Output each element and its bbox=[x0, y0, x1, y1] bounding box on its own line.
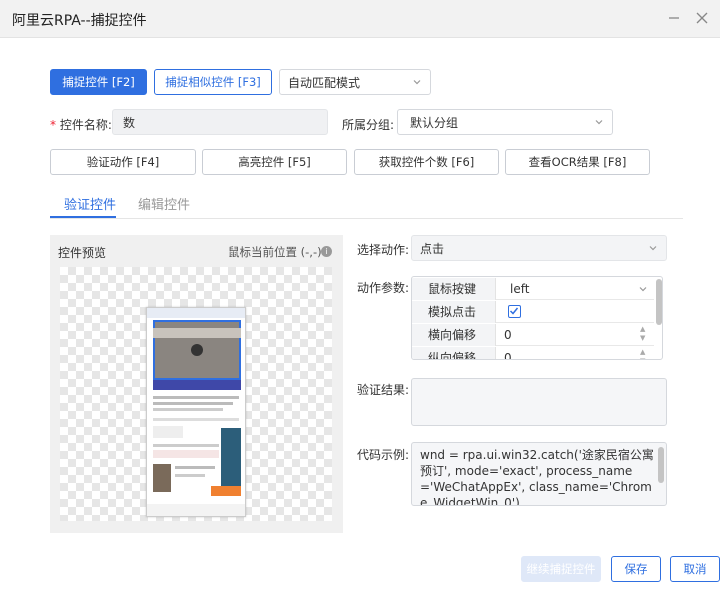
param-row-x-offset: 横向偏移 0 ▲ ▼ bbox=[412, 324, 654, 346]
cancel-button[interactable]: 取消 bbox=[670, 556, 720, 582]
window-title: 阿里云RPA--捕捉控件 bbox=[12, 13, 147, 29]
group-label: 所属分组: bbox=[342, 118, 395, 132]
chevron-down-icon bbox=[649, 246, 657, 251]
check-icon bbox=[509, 307, 519, 315]
group-select[interactable]: 默认分组 bbox=[397, 109, 613, 135]
get-count-button[interactable]: 获取控件个数 [F6] bbox=[354, 149, 499, 175]
verify-action-button[interactable]: 验证动作 [F4] bbox=[50, 149, 196, 175]
capture-button[interactable]: 捕捉控件 [F2] bbox=[50, 69, 147, 95]
name-input[interactable]: 数 bbox=[112, 109, 328, 135]
preview-title: 控件预览 bbox=[58, 246, 107, 260]
close-icon[interactable] bbox=[692, 8, 712, 28]
param-row-simulate-click: 模拟点击 bbox=[412, 301, 654, 323]
action-select[interactable]: 点击 bbox=[411, 235, 667, 261]
result-box[interactable] bbox=[411, 378, 667, 426]
param-name: 模拟点击 bbox=[412, 301, 496, 323]
params-label: 动作参数: bbox=[357, 281, 410, 295]
y-offset-input[interactable]: 0 bbox=[504, 347, 512, 359]
name-label-wrap: * 控件名称: bbox=[50, 116, 112, 133]
preview-panel: 控件预览 鼠标当前位置 (-,-) i bbox=[50, 235, 343, 533]
x-offset-input[interactable]: 0 bbox=[504, 324, 512, 346]
tab-edit[interactable]: 编辑控件 bbox=[138, 194, 190, 213]
info-icon[interactable]: i bbox=[321, 246, 332, 257]
params-table: 鼠标按键 left 模拟点击 横向偏移 0 ▲▼ 纵向偏移 0 ▲▼ bbox=[411, 276, 663, 360]
stepper-icon[interactable]: ▲▼ bbox=[640, 325, 645, 343]
minimize-icon[interactable] bbox=[664, 8, 684, 28]
match-mode-value: 自动匹配模式 bbox=[288, 75, 361, 90]
param-name: 鼠标按键 bbox=[412, 278, 496, 300]
group-value: 默认分组 bbox=[410, 115, 459, 130]
param-name: 纵向偏移 bbox=[412, 347, 496, 359]
highlight-button[interactable]: 高亮控件 [F5] bbox=[202, 149, 347, 175]
captured-screenshot bbox=[146, 307, 246, 517]
code-label: 代码示例: bbox=[357, 448, 410, 462]
mouse-button-select[interactable]: left bbox=[510, 278, 529, 300]
tab-divider bbox=[50, 218, 683, 219]
tab-verify[interactable]: 验证控件 bbox=[64, 194, 116, 213]
preview-canvas bbox=[60, 267, 332, 521]
title-bar: 阿里云RPA--捕捉控件 bbox=[0, 0, 720, 38]
params-scrollbar[interactable] bbox=[656, 279, 662, 325]
code-text: wnd = rpa.ui.win32.catch('途家民宿公寓预订', mod… bbox=[420, 448, 654, 506]
chevron-down-icon bbox=[413, 80, 421, 85]
select-action-label: 选择动作: bbox=[357, 243, 410, 257]
view-ocr-button[interactable]: 查看OCR结果 [F8] bbox=[505, 149, 650, 175]
action-value: 点击 bbox=[420, 241, 445, 256]
param-row-y-offset: 纵向偏移 0 ▲▼ bbox=[412, 347, 654, 359]
save-button[interactable]: 保存 bbox=[611, 556, 661, 582]
name-label: 控件名称: bbox=[59, 118, 112, 132]
param-name: 横向偏移 bbox=[412, 324, 496, 346]
required-mark: * bbox=[50, 118, 56, 132]
continue-capture-button[interactable]: 继续捕捉控件 bbox=[521, 556, 601, 582]
chevron-down-icon bbox=[639, 287, 647, 292]
chevron-down-icon bbox=[595, 120, 603, 125]
code-box[interactable]: wnd = rpa.ui.win32.catch('途家民宿公寓预订', mod… bbox=[411, 442, 667, 506]
stepper-icon[interactable]: ▲▼ bbox=[640, 348, 645, 359]
result-label: 验证结果: bbox=[357, 383, 410, 397]
param-row-mouse-button: 鼠标按键 left bbox=[412, 278, 654, 300]
mouse-position: 鼠标当前位置 (-,-) bbox=[228, 245, 322, 259]
capture-similar-button[interactable]: 捕捉相似控件 [F3] bbox=[154, 69, 272, 95]
code-scrollbar[interactable] bbox=[658, 447, 664, 483]
match-mode-select[interactable]: 自动匹配模式 bbox=[279, 69, 431, 95]
simulate-click-checkbox[interactable] bbox=[508, 305, 521, 318]
